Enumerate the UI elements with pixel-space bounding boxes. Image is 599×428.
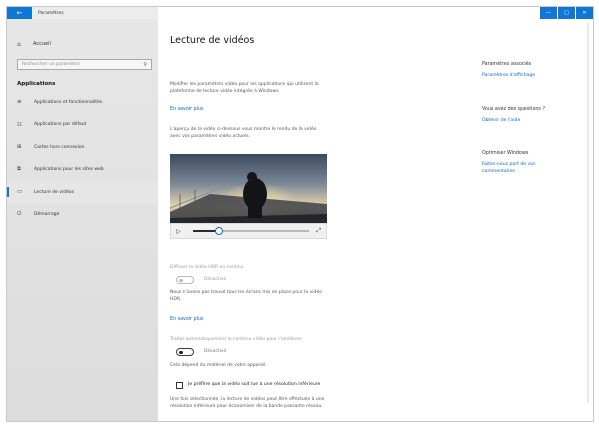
related-settings-heading: Paramètres associés [482, 62, 532, 67]
seek-bar[interactable] [193, 227, 310, 235]
sidebar-item-apps-features[interactable]: ≡ Applications et fonctionnalités [7, 91, 158, 114]
improve-windows-heading: Optimiser Windows [482, 151, 529, 156]
low-resolution-note-line1: Une fois sélectionnée, la lecture de vid… [170, 397, 325, 402]
video-player-controls: ▷ ⤢ [170, 223, 327, 239]
home-icon: ⌂ [17, 40, 21, 48]
apps-list-icon: ≡ [17, 99, 22, 106]
play-icon[interactable]: ▷ [176, 228, 186, 235]
auto-process-toggle-state: Désactivé [204, 349, 227, 354]
questions-heading: Vous avez des questions ? [482, 107, 545, 112]
intro-text-line2: plateforme de lecture vidéo intégrée à W… [170, 89, 280, 94]
startup-icon: ⏻ [17, 211, 22, 218]
sidebar-item-offline-maps[interactable]: ⊞ Cartes hors connexion [7, 136, 158, 159]
low-resolution-note-line2: résolution inférieure pour économiser de… [170, 404, 323, 409]
fullscreen-icon[interactable]: ⤢ [316, 227, 321, 235]
preview-text-line2: avec vos paramètres vidéo actuels. [170, 134, 251, 139]
sidebar-item-label: Applications par défaut [34, 122, 87, 128]
close-button[interactable]: ✕ [576, 7, 593, 19]
hdr-note-line1: Nous n'avons pas trouvé tous les écrans … [170, 290, 322, 295]
home-nav-item[interactable]: ⌂ Accueil [7, 37, 158, 51]
auto-process-note: Cela dépend du matériel de votre apparei… [170, 363, 267, 368]
sidebar-item-label: Lecture de vidéos [34, 189, 74, 195]
auto-process-toggle[interactable] [176, 348, 194, 356]
display-settings-link[interactable]: Paramètres d'affichage [482, 73, 535, 80]
hdr-toggle-state: Désactivé [204, 277, 227, 282]
sidebar-item-label: Applications pour les sites web [34, 167, 104, 173]
learn-more-link[interactable]: En savoir plus [170, 107, 204, 112]
low-resolution-checkbox[interactable] [176, 382, 183, 389]
back-arrow-icon: ← [16, 9, 23, 17]
seek-bar-handle[interactable] [214, 227, 223, 235]
scrollbar[interactable] [587, 23, 589, 403]
feedback-link[interactable]: Faites-nous part de vos commentaires [482, 162, 535, 175]
title-bar: ← Paramètres [7, 7, 158, 19]
preview-text-line1: L'aperçu de la vidéo ci-dessous vous mon… [170, 127, 317, 132]
window-controls: — □ ✕ [539, 7, 593, 19]
sidebar-item-apps-for-websites[interactable]: ⧉ Applications pour les sites web [7, 159, 158, 182]
home-label: Accueil [33, 41, 51, 47]
sidebar-nav: ≡ Applications et fonctionnalités ☷ Appl… [7, 91, 158, 226]
get-help-link[interactable]: Obtenir de l'aide [482, 118, 520, 125]
low-resolution-label[interactable]: Je préfère que la vidéo soit lue à une r… [188, 382, 320, 387]
minimize-button[interactable]: — [540, 7, 557, 19]
learn-more-link-hdr[interactable]: En savoir plus [170, 317, 204, 322]
auto-process-heading: Traiter automatiquement le contenu vidéo… [170, 337, 303, 342]
video-icon: ▭ [17, 189, 23, 196]
map-icon: ⊞ [17, 144, 22, 151]
toggle-knob [179, 350, 183, 355]
sidebar-item-label: Démarrage [34, 212, 60, 218]
settings-window: ← Paramètres ⌂ Accueil Rechercher un par… [6, 6, 594, 422]
main-content: Lecture de vidéos Modifier les paramètre… [170, 7, 430, 421]
website-apps-icon: ⧉ [17, 166, 21, 173]
hdr-note-line2: HDR. [170, 297, 182, 302]
search-icon: ⚲ [143, 61, 147, 68]
toggle-knob [179, 278, 183, 283]
hdr-heading: Diffuser la vidéo HDR en continu [170, 265, 244, 270]
default-apps-icon: ☷ [17, 121, 22, 128]
section-title: Applications [17, 81, 56, 87]
sidebar-item-startup[interactable]: ⏻ Démarrage [7, 204, 158, 227]
sidebar-item-video-playback[interactable]: ▭ Lecture de vidéos [7, 181, 158, 204]
hdr-toggle[interactable] [176, 276, 194, 284]
sidebar-item-label: Cartes hors connexion [34, 144, 85, 150]
sidebar-item-default-apps[interactable]: ☷ Applications par défaut [7, 114, 158, 137]
sidebar: ← Paramètres ⌂ Accueil Rechercher un par… [7, 7, 158, 421]
sidebar-item-label: Applications et fonctionnalités [34, 99, 103, 105]
intro-text-line1: Modifier les paramètres vidéo pour les a… [170, 82, 319, 87]
maximize-button[interactable]: □ [558, 7, 575, 19]
back-button[interactable]: ← [7, 7, 32, 19]
app-title: Paramètres [38, 10, 64, 16]
search-input[interactable]: Rechercher un paramètre ⚲ [17, 59, 152, 70]
page-title: Lecture de vidéos [170, 35, 255, 46]
search-placeholder: Rechercher un paramètre [22, 62, 80, 67]
